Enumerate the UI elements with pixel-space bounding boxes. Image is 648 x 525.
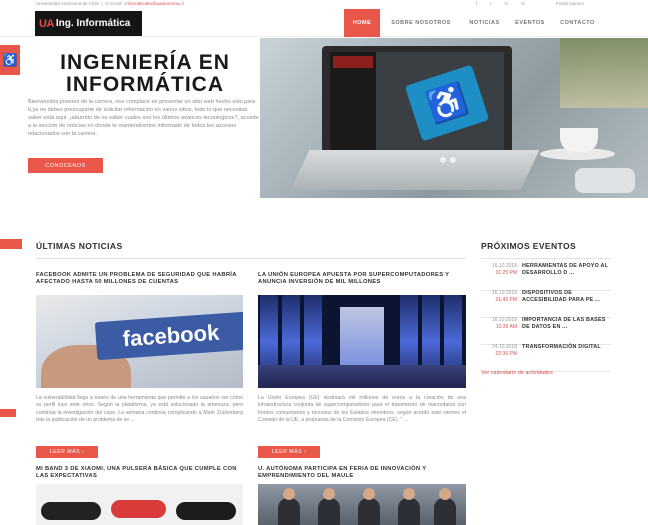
hero-title-line1: INGENIERÍA EN xyxy=(60,51,230,74)
event-item[interactable]: 16.10.2018 10:39 AM IMPORTANCIA DE LAS BA… xyxy=(481,317,611,345)
twitter-icon[interactable]: t xyxy=(490,1,491,7)
news-image-feria[interactable] xyxy=(258,484,466,525)
social-links: f t in ✉ xyxy=(476,1,525,7)
university-name: Universidad Autónoma de Chile xyxy=(36,1,100,6)
event-date: 16.10.2018 01:25 PM xyxy=(481,263,517,277)
laptop-keyboard xyxy=(290,150,540,190)
hero-description: Bienvenidos jóvenes de la carrera, nos c… xyxy=(28,99,259,137)
linkedin-icon[interactable]: in xyxy=(505,1,509,7)
events-heading: PRÓXIMOS EVENTOS xyxy=(481,241,577,251)
event-time: 02:36 PM xyxy=(495,351,517,357)
event-date: 24.10.2018 02:36 PM xyxy=(481,344,517,358)
news-title-ue[interactable]: LA UNIÓN EUROPEA APUESTA POR SUPERCOMPUT… xyxy=(258,272,466,286)
news-divider xyxy=(36,258,466,259)
event-time: 10:39 AM xyxy=(495,324,517,330)
person-head xyxy=(439,488,451,500)
person-head xyxy=(323,488,335,500)
contact-info: Universidad Autónoma de Chile | ✉ Email … xyxy=(36,1,184,6)
main-nav: HOME SOBRE NOSOTROS NOTICIAS EVENTOS CON… xyxy=(344,9,602,37)
event-day: 16.10.2018 xyxy=(491,317,517,323)
person xyxy=(398,498,420,525)
event-title[interactable]: TRANSFORMACIÓN DIGITAL xyxy=(522,344,614,351)
event-day: 16.10.2018 xyxy=(491,263,517,269)
event-item[interactable]: 16.10.2018 01:25 PM HERRAMIENTAS DE APOYO… xyxy=(481,263,611,291)
screen-logo xyxy=(333,56,373,68)
section-marker xyxy=(0,239,22,249)
facebook-logo: facebook xyxy=(94,311,243,361)
slider-dot-1[interactable] xyxy=(440,157,446,163)
band-black xyxy=(41,502,101,520)
hero-title-line2: INFORMÁTICA xyxy=(66,73,224,96)
email-label: ✉ Email : xyxy=(105,1,124,6)
person xyxy=(434,498,456,525)
event-day: 16.10.2018 xyxy=(491,290,517,296)
window-background xyxy=(560,38,648,108)
accessibility-icon[interactable]: ♿ xyxy=(0,45,20,75)
facebook-icon[interactable]: f xyxy=(476,1,477,7)
person xyxy=(358,498,380,525)
news-image-facebook[interactable]: facebook xyxy=(36,295,243,388)
top-bar: Universidad Autónoma de Chile | ✉ Email … xyxy=(0,0,648,9)
leer-mas-button-facebook[interactable]: LEER MÁS › xyxy=(36,446,98,458)
person xyxy=(318,498,340,525)
band-black-2 xyxy=(176,502,236,520)
events-divider xyxy=(481,258,611,259)
slider-dots xyxy=(440,157,456,163)
event-item[interactable]: 16.10.2018 01:45 PM DISPOSITIVOS DE ACCES… xyxy=(481,290,611,318)
nav-noticias[interactable]: NOTICIAS xyxy=(462,9,507,37)
phone xyxy=(575,168,635,193)
nav-home[interactable]: HOME xyxy=(344,9,380,37)
slider-dot-2[interactable] xyxy=(450,157,456,163)
nav-sobre-nosotros[interactable]: SOBRE NOSOTROS xyxy=(380,9,462,37)
news-title-feria[interactable]: U. AUTÓNOMA PARTICIPA EN FERIA DE INNOVA… xyxy=(258,466,466,480)
section-marker xyxy=(0,409,16,417)
wheelchair-key-icon: ♿ xyxy=(404,64,490,142)
email-link[interactable]: informaticaite@uautonoma.cl xyxy=(125,1,183,6)
header: UA Ing. Informática HOME SOBRE NOSOTROS … xyxy=(0,9,648,37)
laptop-screen: ♿ xyxy=(330,52,504,152)
event-date: 16.10.2018 10:39 AM xyxy=(481,317,517,331)
news-image-xiaomi[interactable] xyxy=(36,484,243,525)
hero-title: INGENIERÍA EN INFORMÁTICA xyxy=(30,52,260,96)
nav-eventos[interactable]: EVENTOS xyxy=(507,9,553,37)
news-excerpt-ue: La Unión Europea (UE) destinará mil mill… xyxy=(258,395,466,423)
portal-alumno-link[interactable]: Portal Alumno xyxy=(556,1,584,6)
person-head xyxy=(403,488,415,500)
leer-mas-button-ue[interactable]: LEER MÁS › xyxy=(258,446,320,458)
conocenos-button[interactable]: CONOCENOS xyxy=(28,158,103,173)
coffee-cup xyxy=(560,128,598,152)
band-red xyxy=(111,500,166,518)
person-head xyxy=(283,488,295,500)
event-title[interactable]: DISPOSITIVOS DE ACCESIBILIDAD PARA PE ..… xyxy=(522,290,614,304)
person xyxy=(278,498,300,525)
aisle-light xyxy=(340,307,384,367)
event-title[interactable]: IMPORTANCIA DE LAS BASES DE DATOS EN ... xyxy=(522,317,614,331)
event-title[interactable]: HERRAMIENTAS DE APOYO AL DESARROLLO D ..… xyxy=(522,263,614,277)
event-date: 16.10.2018 01:45 PM xyxy=(481,290,517,304)
site-logo[interactable]: UA Ing. Informática xyxy=(35,11,142,36)
news-title-facebook[interactable]: FACEBOOK ADMITE UN PROBLEMA DE SEGURIDAD… xyxy=(36,272,243,286)
event-item[interactable]: 24.10.2018 02:36 PM TRANSFORMACIÓN DIGITA… xyxy=(481,344,611,372)
mail-icon[interactable]: ✉ xyxy=(521,1,525,7)
news-excerpt-facebook: La vulnerabilidad llega a través de una … xyxy=(36,395,243,423)
datacenter-floor xyxy=(258,365,466,388)
hero-image: ♿ xyxy=(260,38,648,198)
all-events-link[interactable]: Ver calendario de actividades xyxy=(481,370,553,376)
person-head xyxy=(363,488,375,500)
nav-contacto[interactable]: CONTACTO xyxy=(553,9,602,37)
news-heading: ÚLTIMAS NOTICIAS xyxy=(36,241,123,251)
event-time: 01:45 PM xyxy=(495,297,517,303)
logo-mark: UA xyxy=(39,17,54,30)
news-title-xiaomi[interactable]: MI BAND 3 DE XIAOMI, UNA PULSERA BÁSICA … xyxy=(36,466,243,480)
event-time: 01:25 PM xyxy=(495,270,517,276)
event-day: 24.10.2018 xyxy=(491,344,517,350)
logo-name: Ing. Informática xyxy=(55,18,131,29)
news-image-datacenter[interactable] xyxy=(258,295,466,388)
